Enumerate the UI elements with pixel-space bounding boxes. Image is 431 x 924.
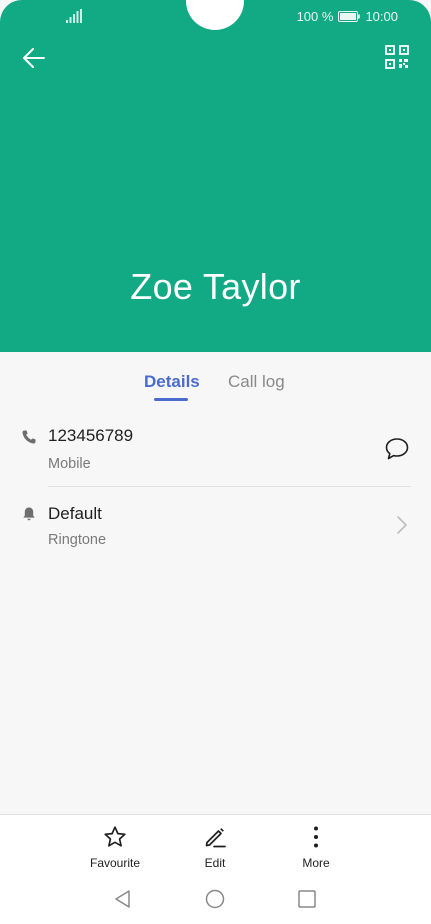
tab-bar: Details Call log	[0, 352, 431, 410]
tab-details[interactable]: Details	[144, 372, 200, 392]
tab-call-log[interactable]: Call log	[228, 372, 285, 392]
signal-icon	[66, 9, 82, 23]
more-button[interactable]: More	[276, 815, 356, 875]
nav-home-icon[interactable]	[205, 889, 225, 909]
edit-button[interactable]: Edit	[175, 815, 255, 875]
battery-icon	[338, 11, 361, 22]
contact-header: 100 % 10:00 Zoe Taylor	[0, 0, 431, 352]
chevron-right-icon	[397, 516, 407, 534]
clock: 10:00	[365, 9, 398, 24]
qr-code-icon[interactable]	[384, 44, 410, 70]
favourite-button[interactable]: Favourite	[75, 815, 155, 875]
battery-percent: 100 %	[296, 9, 334, 24]
tab-indicator	[154, 398, 188, 401]
bottom-action-bar: Favourite Edit More	[0, 814, 431, 874]
status-right: 100 % 10:00	[297, 9, 398, 24]
system-nav-bar	[0, 874, 431, 924]
phone-number: 123456789	[48, 426, 134, 445]
more-vertical-icon	[314, 826, 318, 848]
favourite-label: Favourite	[89, 856, 141, 870]
contact-name: Zoe Taylor	[130, 266, 301, 307]
bell-icon	[23, 507, 35, 521]
back-arrow-icon[interactable]	[20, 44, 48, 72]
phone-type: Mobile	[48, 456, 91, 472]
more-label: More	[302, 856, 330, 870]
edit-label: Edit	[204, 856, 226, 870]
pencil-icon	[205, 828, 226, 848]
star-icon	[104, 826, 126, 847]
ringtone-row[interactable]: Default Ringtone	[0, 496, 431, 562]
message-icon[interactable]	[384, 436, 410, 462]
phone-number-row[interactable]: 123456789 Mobile	[0, 420, 431, 486]
ringtone-value: Default	[48, 504, 102, 523]
phone-icon	[22, 430, 36, 444]
nav-recents-icon[interactable]	[298, 890, 316, 908]
ringtone-label: Ringtone	[48, 532, 107, 548]
nav-back-icon[interactable]	[113, 889, 133, 909]
row-divider	[48, 486, 411, 487]
